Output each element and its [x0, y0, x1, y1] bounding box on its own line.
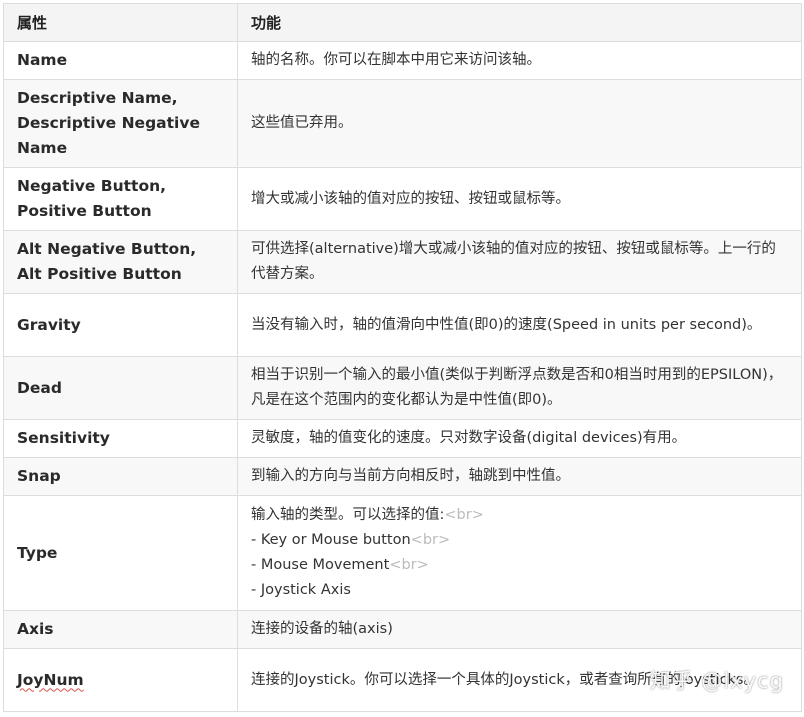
- property-name: Snap: [3, 457, 238, 496]
- property-name: Axis: [3, 610, 238, 649]
- property-function: 轴的名称。你可以在脚本中用它来访问该轴。: [237, 41, 802, 80]
- table-row: Type 输入轴的类型。可以选择的值:<br> - Key or Mouse b…: [3, 495, 802, 611]
- br-tag: <br>: [389, 557, 429, 573]
- property-name: Sensitivity: [3, 419, 238, 458]
- table-row: Alt Negative Button, Alt Positive Button…: [3, 230, 802, 294]
- property-function: 当没有输入时，轴的值滑向中性值(即0)的速度(Speed in units pe…: [237, 293, 802, 357]
- table-row: Sensitivity 灵敏度，轴的值变化的速度。只对数字设备(digital …: [3, 419, 802, 458]
- type-option: - Joystick Axis: [251, 582, 351, 598]
- property-function: 相当于识别一个输入的最小值(类似于判断浮点数是否和0相当时用到的EPSILON)…: [237, 356, 802, 420]
- property-name: Name: [3, 41, 238, 80]
- header-property: 属性: [3, 3, 238, 42]
- spellcheck-underlined-word: JoyNum: [17, 670, 84, 689]
- attribute-table: 属性 功能 Name 轴的名称。你可以在脚本中用它来访问该轴。 Descript…: [3, 3, 802, 712]
- table-row: Name 轴的名称。你可以在脚本中用它来访问该轴。: [3, 41, 802, 80]
- property-function: 到输入的方向与当前方向相反时，轴跳到中性值。: [237, 457, 802, 496]
- br-tag: <br>: [410, 532, 451, 548]
- header-function: 功能: [237, 3, 802, 42]
- property-name: Negative Button, Positive Button: [3, 167, 238, 231]
- property-function: 增大或减小该轴的值对应的按钮、按钮或鼠标等。: [237, 167, 802, 231]
- type-line: 输入轴的类型。可以选择的值:<br>: [251, 507, 484, 523]
- table-row: Descriptive Name, Descriptive Negative N…: [3, 79, 802, 168]
- table-row: Snap 到输入的方向与当前方向相反时，轴跳到中性值。: [3, 457, 802, 496]
- property-name: Alt Negative Button, Alt Positive Button: [3, 230, 238, 294]
- br-tag: <br>: [444, 507, 484, 523]
- property-function: 灵敏度，轴的值变化的速度。只对数字设备(digital devices)有用。: [237, 419, 802, 458]
- table-row: Axis 连接的设备的轴(axis): [3, 610, 802, 649]
- property-name: JoyNum: [3, 648, 238, 712]
- attribute-table-container: 属性 功能 Name 轴的名称。你可以在脚本中用它来访问该轴。 Descript…: [3, 3, 802, 712]
- property-name: Descriptive Name, Descriptive Negative N…: [3, 79, 238, 168]
- type-option: - Mouse Movement<br>: [251, 557, 429, 573]
- property-function: 连接的设备的轴(axis): [237, 610, 802, 649]
- table-row: JoyNum 连接的Joystick。你可以选择一个具体的Joystick，或者…: [3, 648, 802, 712]
- table-row: Gravity 当没有输入时，轴的值滑向中性值(即0)的速度(Speed in …: [3, 293, 802, 357]
- table-row: Negative Button, Positive Button 增大或减小该轴…: [3, 167, 802, 231]
- table-header-row: 属性 功能: [3, 3, 802, 42]
- property-function: 这些值已弃用。: [237, 79, 802, 168]
- property-name: Dead: [3, 356, 238, 420]
- property-function: 可供选择(alternative)增大或减小该轴的值对应的按钮、按钮或鼠标等。上…: [237, 230, 802, 294]
- table-row: Dead 相当于识别一个输入的最小值(类似于判断浮点数是否和0相当时用到的EPS…: [3, 356, 802, 420]
- type-option: - Key or Mouse button<br>: [251, 532, 451, 548]
- property-function: 输入轴的类型。可以选择的值:<br> - Key or Mouse button…: [237, 495, 802, 611]
- property-name: Gravity: [3, 293, 238, 357]
- property-name: Type: [3, 495, 238, 611]
- property-function: 连接的Joystick。你可以选择一个具体的Joystick，或者查询所有的jo…: [237, 648, 802, 712]
